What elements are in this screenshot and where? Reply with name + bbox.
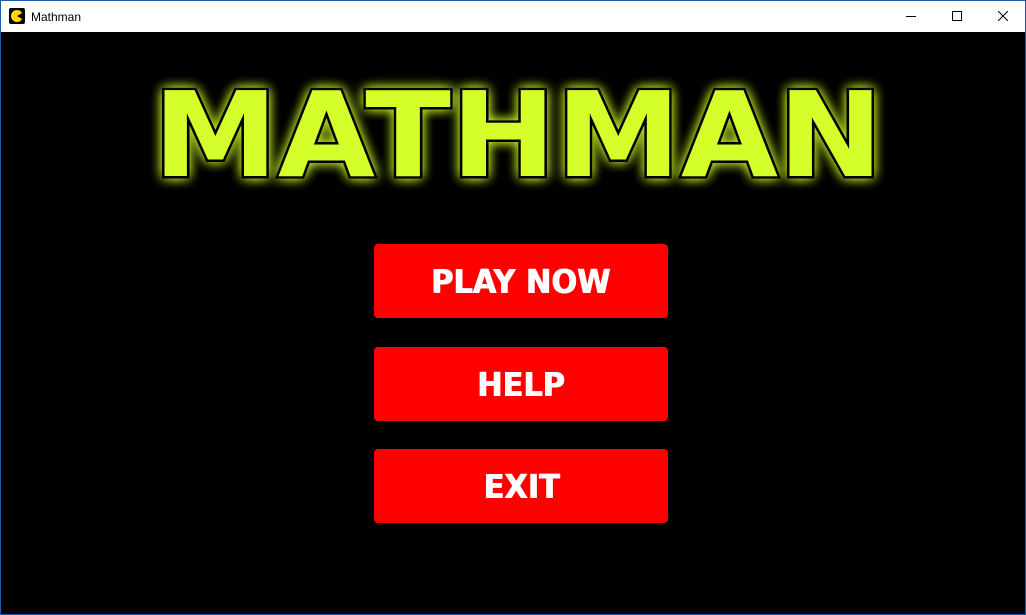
play-now-label: PLAY NOW (431, 261, 611, 301)
minimize-button[interactable] (888, 1, 934, 32)
maximize-button[interactable] (934, 1, 980, 32)
close-icon (997, 8, 1009, 26)
window-title: Mathman (31, 10, 82, 24)
game-canvas: MATHMAN PLAY NOW HELP EXIT (1, 32, 1025, 614)
app-window: Mathman MATHMAN PLAY NOW HELP EXIT (0, 0, 1026, 615)
minimize-icon (906, 8, 916, 26)
close-button[interactable] (980, 1, 1025, 32)
pacman-icon (9, 8, 25, 24)
help-label: HELP (477, 364, 565, 404)
maximize-icon (952, 8, 962, 26)
exit-button[interactable]: EXIT (374, 449, 668, 523)
logo-text: MATHMAN (153, 68, 883, 190)
title-bar[interactable]: Mathman (1, 1, 1025, 32)
exit-label: EXIT (482, 466, 560, 506)
game-logo: MATHMAN (141, 68, 895, 190)
play-now-button[interactable]: PLAY NOW (374, 244, 668, 318)
help-button[interactable]: HELP (374, 347, 668, 421)
